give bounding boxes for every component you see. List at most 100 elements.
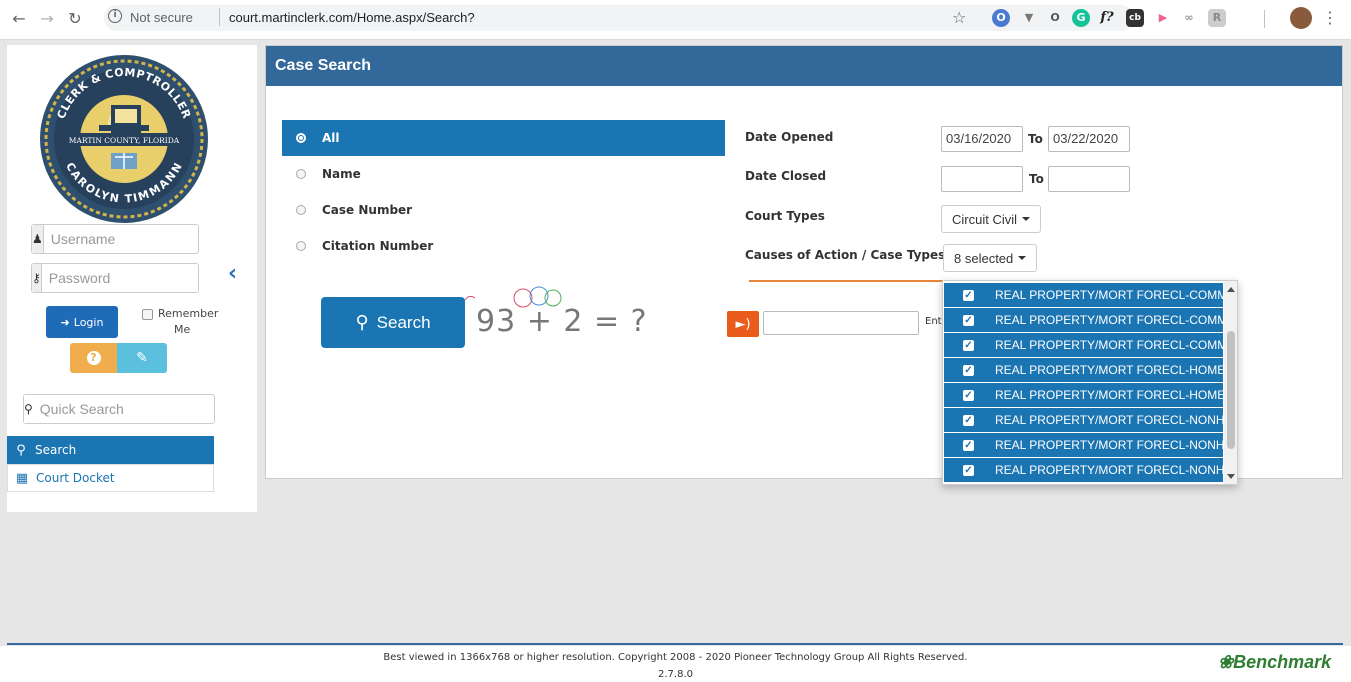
radio-button[interactable] — [296, 133, 306, 143]
extension-font-icon[interactable]: f? — [1098, 9, 1116, 27]
quick-search-input[interactable] — [32, 395, 221, 423]
causes-dropdown-menu[interactable]: ✓ REAL PROPERTY/MORT FORECL-COMMERCIAL ✓ R… — [942, 280, 1238, 485]
password-input[interactable] — [41, 264, 230, 292]
checkbox-checked-icon[interactable]: ✓ — [963, 289, 974, 301]
causes-value: 8 selected — [954, 250, 1014, 266]
causes-dropdown[interactable]: 8 selected — [943, 244, 1038, 272]
sidebar: MARTIN COUNTY, FLORIDA CLERK & COMPTROLL… — [7, 45, 257, 512]
list-item-label: REAL PROPERTY/MORT FORECL-NONHOMESTEAD — [995, 438, 1223, 452]
search-option-name[interactable]: Name — [282, 156, 725, 192]
extension-v-icon[interactable]: ▼ — [1020, 9, 1038, 27]
list-item[interactable]: ✓ REAL PROPERTY/MORT FORECL-COMMERCIAL — [944, 283, 1223, 307]
search-button-label: Search — [376, 312, 431, 332]
court-types-value: Circuit Civil — [952, 211, 1017, 227]
register-button[interactable]: ✎ — [117, 343, 167, 373]
date-opened-from-input[interactable]: 03/16/2020 — [941, 126, 1023, 152]
sidebar-item-search[interactable]: ⚲ Search — [7, 436, 214, 464]
username-input[interactable] — [43, 225, 232, 253]
remember-label-line1: Remember — [158, 307, 219, 320]
checkbox-checked-icon[interactable]: ✓ — [963, 439, 974, 451]
url-text[interactable]: court.martinclerk.com/Home.aspx/Search? — [229, 10, 475, 25]
version-text: 2.7.8.0 — [658, 669, 693, 680]
security-label[interactable]: Not secure — [130, 10, 193, 25]
extension-r-icon[interactable]: R — [1208, 9, 1226, 27]
speaker-icon: ►) — [735, 316, 751, 332]
list-item-label: REAL PROPERTY/MORT FORECL-HOMESTEAD — [995, 388, 1223, 402]
search-option-case-number[interactable]: Case Number — [282, 192, 725, 228]
list-item[interactable]: ✓ REAL PROPERTY/MORT FORECL-COMMERCIAL — [944, 308, 1223, 332]
info-icon[interactable]: i — [108, 9, 122, 23]
collapse-sidebar-chevron-icon[interactable]: ‹ — [228, 263, 237, 285]
browser-menu-icon[interactable]: ⋮ — [1322, 8, 1338, 28]
list-item[interactable]: ✓ REAL PROPERTY/MORT FORECL-NONHOMESTEAD — [944, 458, 1223, 482]
extension-link-icon[interactable]: ∞ — [1180, 9, 1198, 27]
date-opened-to-input[interactable]: 03/22/2020 — [1048, 126, 1130, 152]
search-option-citation-number[interactable]: Citation Number — [282, 228, 725, 264]
footer: Best viewed in 1366x768 or higher resolu… — [0, 646, 1351, 682]
list-item-label: REAL PROPERTY/MORT FORECL-NONHOMESTEAD — [995, 413, 1223, 427]
search-button[interactable]: ⚲ Search — [321, 297, 465, 348]
user-icon: ♟ — [32, 225, 44, 253]
checkbox-checked-icon[interactable]: ✓ — [963, 414, 974, 426]
court-types-dropdown[interactable]: Circuit Civil — [941, 205, 1041, 233]
radio-button[interactable] — [296, 241, 306, 251]
username-field[interactable]: ♟ — [31, 224, 232, 254]
scroll-down-arrow-icon[interactable] — [1227, 474, 1235, 479]
search-option-all[interactable]: All — [282, 120, 725, 156]
password-field[interactable]: ⚷ — [31, 263, 230, 293]
date-closed-label: Date Closed — [745, 169, 827, 183]
checkbox-checked-icon[interactable]: ✓ — [963, 339, 974, 351]
page-title: Case Search — [266, 46, 1342, 86]
list-item[interactable]: ✓ REAL PROPERTY/MORT FORECL-HOMESTEAD — [944, 383, 1223, 407]
list-item-label: REAL PROPERTY/MORT FORECL-COMMERCIAL — [995, 313, 1223, 327]
extension-cb-icon[interactable]: cb — [1126, 9, 1144, 27]
remember-me-checkbox[interactable]: Remember Me — [142, 307, 232, 341]
bookmark-star-icon[interactable]: ☆ — [952, 9, 966, 27]
checkbox-checked-icon[interactable]: ✓ — [963, 464, 974, 476]
benchmark-logo: ❀Benchmark — [1218, 652, 1331, 673]
remember-checkbox-box[interactable] — [142, 309, 153, 320]
checkbox-checked-icon[interactable]: ✓ — [963, 314, 974, 326]
radio-button[interactable] — [296, 205, 306, 215]
extension-arrow-icon[interactable]: ▶ — [1154, 9, 1172, 27]
profile-avatar[interactable] — [1290, 7, 1312, 29]
quick-search-field[interactable]: ⚲ — [23, 394, 221, 424]
footer-divider — [7, 643, 1343, 645]
date-closed-from-input[interactable] — [941, 166, 1023, 192]
option-label: All — [322, 131, 340, 145]
list-item[interactable]: ✓ REAL PROPERTY/MORT FORECL-COMMERCIAL — [944, 333, 1223, 357]
scroll-up-arrow-icon[interactable] — [1227, 287, 1235, 292]
forward-arrow-icon[interactable]: → — [36, 8, 58, 30]
search-icon: ⚲ — [355, 312, 369, 332]
radio-button[interactable] — [296, 169, 306, 179]
grammarly-icon[interactable]: G — [1072, 9, 1090, 27]
audio-captcha-button[interactable]: ►) — [727, 311, 759, 337]
list-item[interactable]: ✓ REAL PROPERTY/MORT FORECL-NONHOMESTEAD — [944, 433, 1223, 457]
sidebar-item-court-docket[interactable]: ▦ Court Docket — [7, 464, 214, 492]
extension-circle-icon[interactable]: O — [1046, 9, 1064, 27]
list-item[interactable]: ✓ REAL PROPERTY/MORT FORECL-HOMESTEAD — [944, 358, 1223, 382]
copyright-text: Best viewed in 1366x768 or higher resolu… — [383, 652, 968, 663]
sign-in-icon: ➜ — [60, 315, 70, 329]
list-item-label: REAL PROPERTY/MORT FORECL-COMMERCIAL — [995, 288, 1223, 302]
checkbox-checked-icon[interactable]: ✓ — [963, 389, 974, 401]
reload-icon[interactable]: ↻ — [64, 8, 86, 30]
login-button[interactable]: ➜ Login — [46, 306, 118, 338]
brand-text: Benchmark — [1233, 652, 1332, 672]
sidebar-item-label: Court Docket — [36, 471, 115, 485]
checkbox-checked-icon[interactable]: ✓ — [963, 364, 974, 376]
scrollbar-thumb[interactable] — [1227, 331, 1235, 449]
date-closed-to-input[interactable] — [1048, 166, 1130, 192]
browser-toolbar: ← → ↻ i Not secure court.martinclerk.com… — [0, 0, 1351, 40]
list-item-label: REAL PROPERTY/MORT FORECL-HOMESTEAD — [995, 363, 1223, 377]
court-types-label: Court Types — [745, 209, 825, 223]
search-icon: ⚲ — [16, 442, 26, 458]
captcha-answer-input[interactable] — [763, 311, 919, 335]
extension-o-icon[interactable]: O — [992, 9, 1010, 27]
login-label: Login — [73, 315, 104, 329]
list-item[interactable]: ✓ REAL PROPERTY/MORT FORECL-NONHOMESTEAD — [944, 408, 1223, 432]
caret-down-icon — [1022, 217, 1030, 221]
toolbar-divider — [1264, 10, 1265, 28]
back-arrow-icon[interactable]: ← — [8, 8, 30, 30]
help-button[interactable]: ? — [70, 343, 117, 373]
